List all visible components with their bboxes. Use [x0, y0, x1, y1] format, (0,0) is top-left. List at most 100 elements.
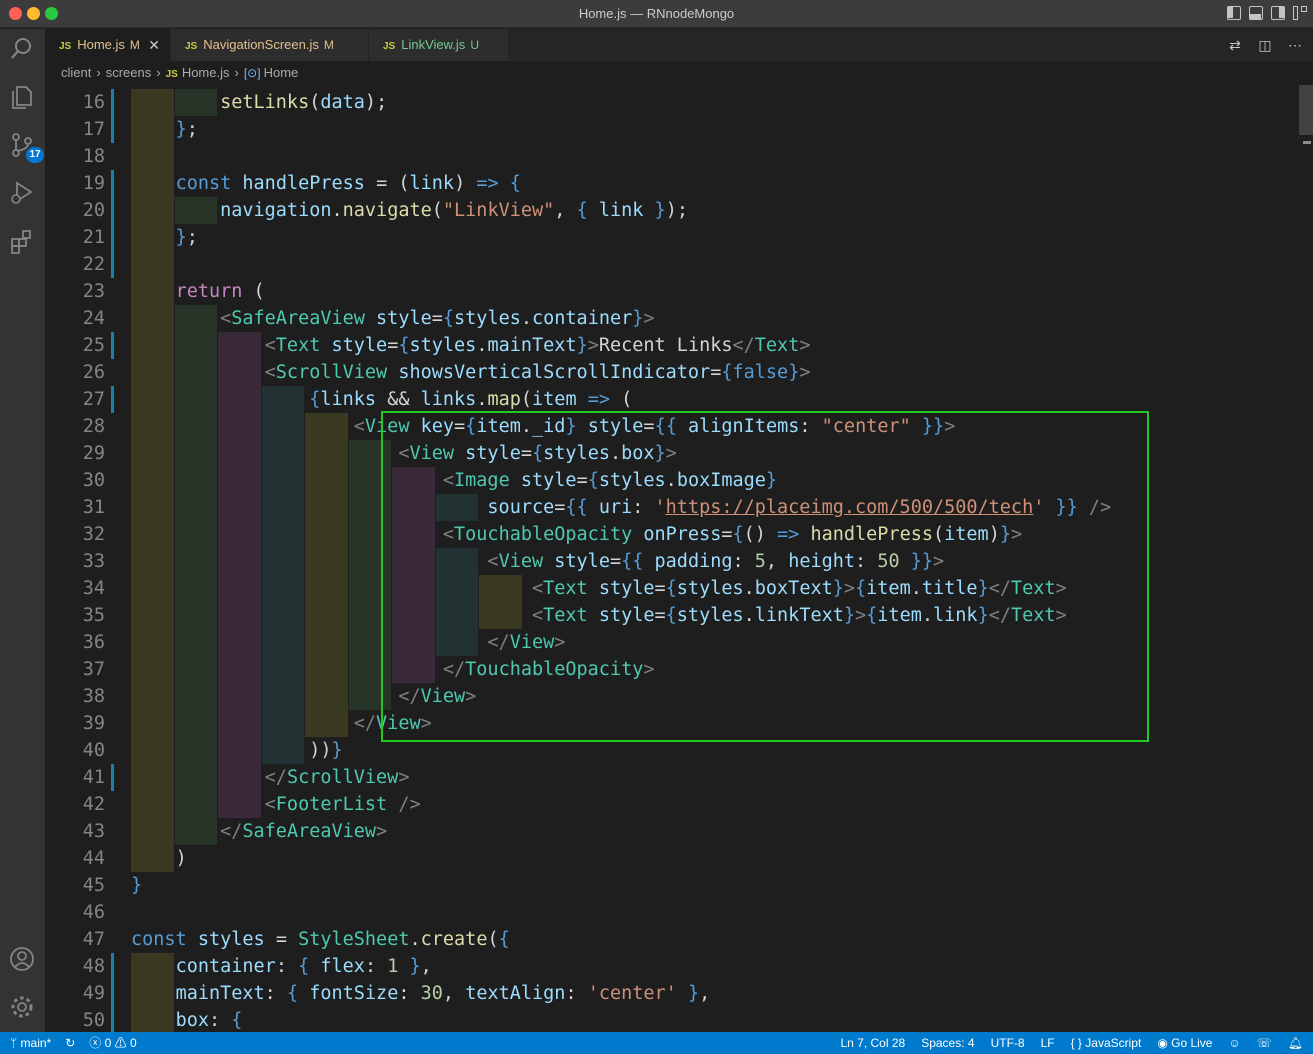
broadcast-icon: ◉	[1157, 1036, 1172, 1050]
branch-indicator[interactable]: ᛘ main*	[10, 1032, 51, 1054]
code-text: <SafeAreaView style={styles.container}>	[220, 308, 655, 329]
code-text: setLinks(data);	[220, 92, 388, 113]
git-modified-marker	[111, 170, 114, 278]
source-control-badge: 17	[26, 147, 44, 163]
line-number: 42	[82, 794, 105, 815]
window-title: Home.js — RNnodeMongo	[578, 6, 735, 21]
line-number: 43	[82, 821, 105, 842]
toggle-secondary-sidebar-icon[interactable]	[1271, 6, 1285, 20]
notifications-bell-icon[interactable]: 🔔︎	[1288, 1032, 1303, 1054]
tab-linkview-js[interactable]: JS LinkView.js U	[369, 29, 509, 61]
problems-indicator[interactable]: ⓧ 0 ⚠ 0	[89, 1032, 136, 1054]
code-text: </SafeAreaView>	[220, 821, 388, 842]
code-text: }	[131, 875, 143, 896]
code-text: {links && links.map(item => (	[309, 389, 633, 410]
tab-status: M	[129, 38, 140, 52]
line-number: 29	[82, 443, 105, 464]
scroll-marker	[1303, 141, 1311, 144]
line-number: 17	[82, 119, 105, 140]
open-changes-icon[interactable]: ⇄	[1227, 37, 1243, 53]
braces-icon: { }	[1070, 1036, 1086, 1050]
tab-label: Home.js	[77, 37, 125, 52]
extensions-icon[interactable]	[8, 227, 36, 255]
feedback-icon[interactable]: ☏	[1257, 1032, 1272, 1054]
activity-bar: 17	[0, 29, 45, 1032]
git-modified-marker	[111, 764, 114, 791]
code-text: box: {	[175, 1010, 243, 1031]
git-modified-marker	[111, 386, 114, 413]
code-text: )	[175, 848, 187, 869]
code-text: };	[175, 227, 198, 248]
git-modified-marker	[111, 89, 114, 143]
customize-layout-icon[interactable]	[1293, 6, 1307, 20]
source-control-icon[interactable]: 17	[8, 131, 44, 163]
warning-icon: ⚠	[114, 1036, 131, 1050]
error-icon: ⓧ	[89, 1036, 105, 1050]
line-number: 38	[82, 686, 105, 707]
settings-gear-icon[interactable]	[8, 993, 36, 1021]
breadcrumb-file[interactable]: Home.js	[182, 65, 230, 80]
copilot-icon[interactable]: ☺	[1228, 1032, 1240, 1054]
sync-icon[interactable]: ↻	[65, 1032, 75, 1054]
scroll-thumb[interactable]	[1299, 85, 1313, 135]
code-text: navigation.navigate("LinkView", { link }…	[220, 200, 688, 221]
line-ending[interactable]: LF	[1041, 1032, 1055, 1054]
account-icon[interactable]	[8, 945, 36, 973]
encoding[interactable]: UTF-8	[991, 1032, 1025, 1054]
breadcrumb-item[interactable]: client	[61, 65, 91, 80]
language-mode[interactable]: { } JavaScript	[1071, 1032, 1142, 1054]
code-text: };	[175, 119, 198, 140]
go-live-button[interactable]: ◉ Go Live	[1157, 1032, 1212, 1054]
language-label: JavaScript	[1085, 1036, 1142, 1050]
line-number: 37	[82, 659, 105, 680]
tab-label: NavigationScreen.js	[203, 37, 319, 52]
editor-scrollbar[interactable]	[1299, 85, 1313, 1032]
cursor-position[interactable]: Ln 7, Col 28	[840, 1032, 905, 1054]
line-number: 19	[82, 173, 105, 194]
line-number: 32	[82, 524, 105, 545]
line-number: 20	[82, 200, 105, 221]
line-number: 35	[82, 605, 105, 626]
tab-home-js[interactable]: JS Home.js M ✕	[45, 29, 171, 61]
line-number: 27	[82, 389, 105, 410]
git-modified-marker	[111, 953, 114, 1032]
line-number: 30	[82, 470, 105, 491]
status-bar: ᛘ main* ↻ ⓧ 0 ⚠ 0 Ln 7, Col 28 Spaces: 4…	[0, 1032, 1313, 1054]
layout-controls	[1227, 6, 1307, 20]
code-editor[interactable]: 16 setLinks(data); 17 }; 18 19 const handle…	[45, 85, 1313, 1032]
code-text: const styles = StyleSheet.create({	[131, 929, 510, 950]
chevron-right-icon: ›	[156, 65, 161, 80]
line-number: 49	[82, 983, 105, 1004]
toggle-panel-icon[interactable]	[1249, 6, 1263, 20]
breadcrumb-item[interactable]: screens	[106, 65, 152, 80]
tab-navigationscreen-js[interactable]: JS NavigationScreen.js M	[171, 29, 369, 61]
line-number: 18	[82, 146, 105, 167]
code-text: container: { flex: 1 },	[175, 956, 432, 977]
line-number: 34	[82, 578, 105, 599]
code-text: <Text style={styles.mainText}>Recent Lin…	[264, 335, 811, 356]
chevron-right-icon: ›	[234, 65, 239, 80]
breadcrumb-symbol[interactable]: Home	[264, 65, 299, 80]
symbol-icon: [⊙]	[243, 66, 261, 80]
line-number: 50	[82, 1010, 105, 1031]
more-actions-icon[interactable]: ⋯	[1287, 37, 1303, 53]
close-tab-icon[interactable]: ✕	[148, 29, 160, 61]
line-number: 22	[82, 254, 105, 275]
line-number: 33	[82, 551, 105, 572]
go-live-label: Go Live	[1171, 1036, 1213, 1050]
highlight-box	[381, 411, 1149, 742]
branch-icon: ᛘ	[10, 1036, 21, 1050]
line-number: 36	[82, 632, 105, 653]
explorer-icon[interactable]	[8, 83, 36, 111]
line-number: 39	[82, 713, 105, 734]
search-icon[interactable]	[8, 35, 36, 63]
toggle-primary-sidebar-icon[interactable]	[1227, 6, 1241, 20]
indentation[interactable]: Spaces: 4	[921, 1032, 974, 1054]
code-text: </ScrollView>	[264, 767, 410, 788]
code-text: <FooterList />	[264, 794, 421, 815]
split-editor-icon[interactable]: ◫	[1257, 37, 1273, 53]
title-bar: Home.js — RNnodeMongo	[0, 0, 1313, 28]
tab-label: LinkView.js	[401, 37, 466, 52]
run-debug-icon[interactable]	[8, 179, 36, 207]
line-number: 24	[82, 308, 105, 329]
